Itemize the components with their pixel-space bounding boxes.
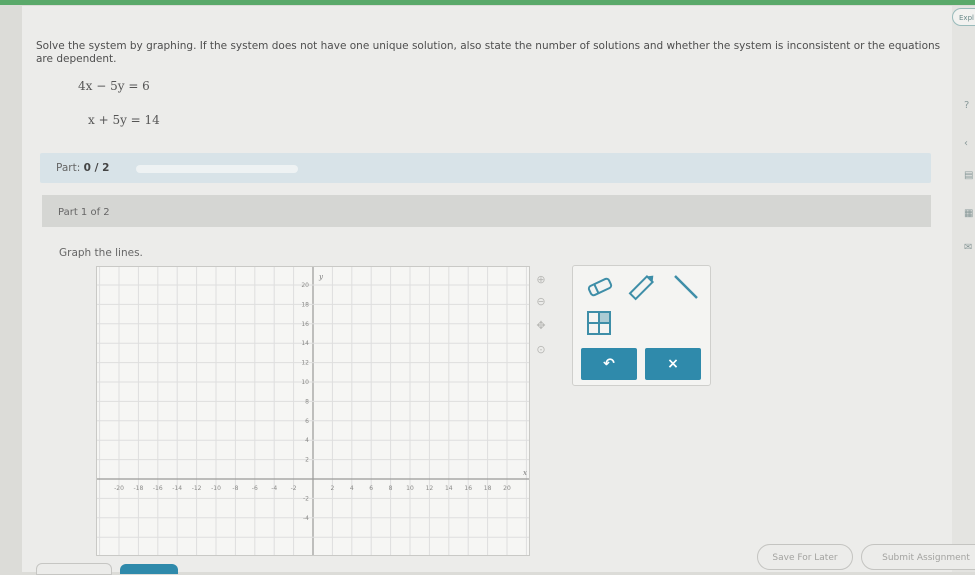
x-tick-label: 4 (350, 485, 354, 492)
y-tick-label: 12 (301, 360, 309, 367)
x-tick-label: 20 (503, 485, 511, 492)
part-progress-bar: Part: 0 / 2 (40, 153, 931, 183)
x-tick-label: 14 (445, 485, 453, 492)
y-axis-label: y (318, 273, 324, 281)
coordinate-grid[interactable]: -20 -18 -16 -14 -12 -10 -8 -6 -4 -2 2 4 6 8 10 12 14 16 18… (97, 267, 530, 556)
x-tick-label: -2 (291, 485, 297, 492)
y-tick-label: 2 (305, 457, 309, 464)
x-tick-label: -8 (232, 485, 238, 492)
y-tick-label: 6 (305, 418, 309, 425)
graph-tool-panel: ↶ × (572, 265, 711, 386)
explanation-tab[interactable]: Expl (952, 8, 975, 26)
x-tick-label: -12 (192, 485, 202, 492)
clear-button[interactable]: × (645, 348, 701, 380)
x-tick-label: -14 (172, 485, 182, 492)
part-header-title: Part 1 of 2 (58, 207, 110, 218)
graph-canvas[interactable]: -20 -18 -16 -14 -12 -10 -8 -6 -4 -2 2 4 6 8 10 12 14 16 18… (96, 266, 530, 556)
equation-1: 4x − 5y = 6 (78, 79, 150, 93)
part-label-text: Part: (56, 162, 81, 174)
x-tick-label: -16 (153, 485, 163, 492)
x-tick-label: 2 (330, 485, 334, 492)
x-tick-label: 12 (426, 485, 434, 492)
pan-icon[interactable]: ✥ (533, 318, 549, 334)
progress-track (136, 165, 298, 173)
pencil-icon[interactable] (625, 272, 659, 302)
undo-icon: ↶ (603, 356, 615, 372)
y-tick-label: -4 (303, 515, 309, 522)
bottom-left-tab[interactable] (36, 563, 112, 575)
x-axis-label: x (523, 469, 527, 477)
part-count: 0 / 2 (83, 162, 110, 174)
y-tick-label: -2 (303, 495, 309, 502)
x-tick-label: -18 (133, 485, 143, 492)
zoom-in-icon[interactable]: ⊕ (533, 272, 549, 288)
instructions: Graph the lines. (59, 247, 143, 259)
x-tick-label: -4 (271, 485, 277, 492)
calculator-icon[interactable]: ▦ (964, 208, 974, 220)
save-for-later-button[interactable]: Save For Later (757, 544, 853, 570)
line-tool-icon[interactable] (669, 272, 703, 302)
y-tick-label: 10 (301, 379, 309, 386)
x-tick-label: -6 (252, 485, 258, 492)
y-tick-label: 20 (301, 282, 309, 289)
y-tick-label: 18 (301, 301, 309, 308)
x-tick-label: 16 (464, 485, 472, 492)
chevron-left-icon[interactable]: ‹ (964, 138, 974, 150)
eraser-icon[interactable] (583, 272, 617, 302)
grid-icon[interactable] (583, 308, 617, 338)
y-tick-label: 14 (301, 340, 309, 347)
submit-assignment-button[interactable]: Submit Assignment (861, 544, 975, 570)
y-tick-label: 4 (305, 437, 309, 444)
question-prompt: Solve the system by graphing. If the sys… (36, 40, 941, 65)
equation-2: x + 5y = 14 (88, 113, 160, 127)
undo-button[interactable]: ↶ (581, 348, 637, 380)
part-progress-label: Part: 0 / 2 (56, 162, 109, 174)
x-tick-label: 8 (389, 485, 393, 492)
x-tick-label: -10 (211, 485, 221, 492)
y-tick-label: 8 (305, 398, 309, 405)
right-rail (952, 6, 975, 572)
bottom-check-button[interactable] (120, 564, 178, 574)
reset-view-icon[interactable]: ⊙ (533, 342, 549, 358)
question-icon[interactable]: ? (964, 100, 974, 112)
book-icon[interactable]: ▤ (964, 170, 974, 182)
x-tick-label: 18 (484, 485, 492, 492)
x-tick-label: 10 (406, 485, 414, 492)
zoom-out-icon[interactable]: ⊖ (533, 294, 549, 310)
y-tick-label: 16 (301, 321, 309, 328)
x-tick-label: 6 (369, 485, 373, 492)
mail-icon[interactable]: ✉ (964, 242, 974, 254)
part-header: Part 1 of 2 (42, 195, 931, 227)
x-tick-label: -20 (114, 485, 124, 492)
top-accent-bar (0, 0, 975, 5)
